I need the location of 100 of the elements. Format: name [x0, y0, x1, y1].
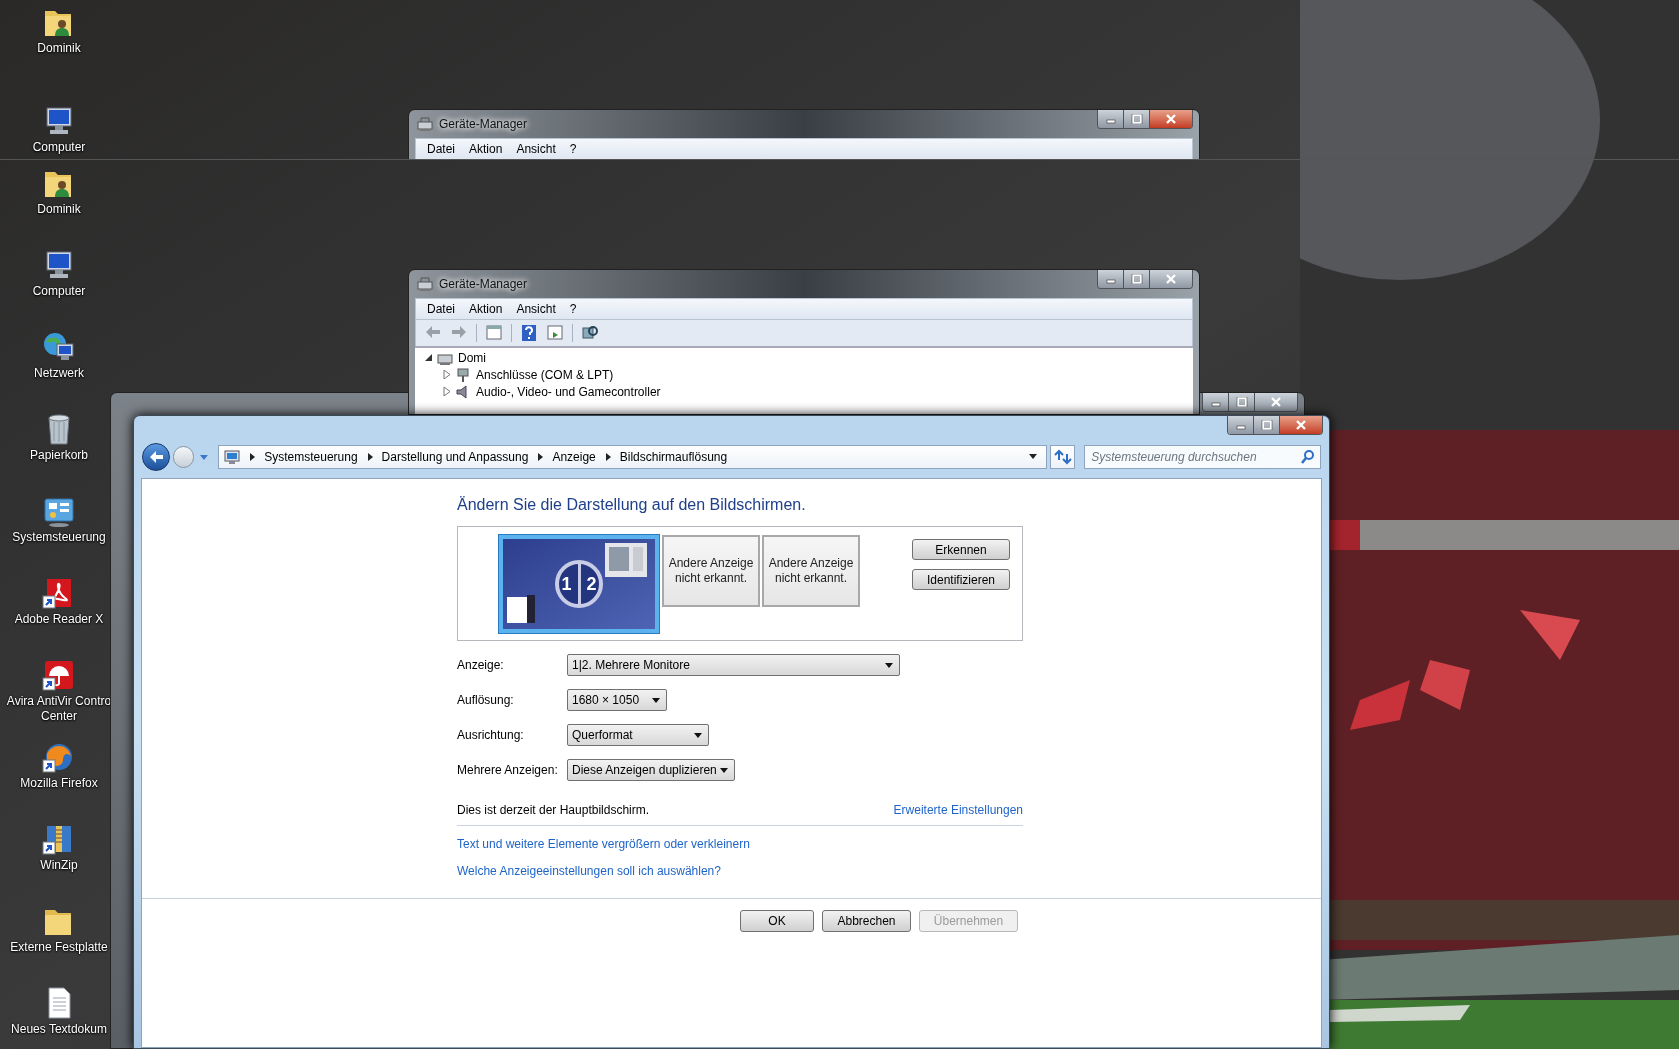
field-label: Auflösung: [457, 692, 515, 709]
dropdown-value: 1680 × 1050 [572, 692, 640, 709]
advanced-settings-link[interactable]: Erweiterte Einstellungen [893, 801, 1023, 819]
minimize-button[interactable] [1203, 393, 1229, 411]
close-button[interactable] [1150, 110, 1192, 128]
cancel-button[interactable]: Abbrechen [822, 910, 911, 932]
address-bar[interactable]: Systemsteuerung Darstellung und Anpassung Anzeige Bildschirmauflösung [218, 445, 1047, 469]
dropdown-arrow-icon [694, 732, 702, 738]
menu-item[interactable]: ? [562, 299, 584, 319]
icon-label[interactable]: Dominik [37, 202, 81, 217]
update-icon [546, 324, 564, 342]
icon-label[interactable]: Dominik [37, 41, 81, 56]
refresh-button[interactable] [1049, 445, 1076, 469]
maximize-icon [1235, 397, 1248, 407]
refresh-icon [1052, 448, 1073, 466]
minimize-button[interactable] [1228, 416, 1254, 434]
maximize-button[interactable] [1229, 393, 1255, 411]
monitor-number: 2 [586, 572, 597, 596]
dropdown-field[interactable]: Querformat [567, 724, 709, 746]
update-button[interactable] [544, 323, 566, 343]
breadcrumb-item[interactable]: Bildschirmauflösung [619, 448, 728, 466]
minimize-button[interactable] [1098, 110, 1124, 128]
dropdown-field[interactable]: 1|2. Mehrere Monitore [567, 654, 900, 676]
identify-button[interactable]: Identifizieren [912, 569, 1010, 590]
icon-label[interactable]: Adobe Reader X [14, 612, 104, 627]
status-text: Dies ist derzeit der Hauptbildschirm. [457, 802, 650, 819]
close-icon [1165, 114, 1177, 124]
breadcrumb-item[interactable]: Systemsteuerung [264, 448, 358, 466]
tree-item[interactable]: Domi [458, 348, 486, 367]
expanded-icon[interactable] [425, 353, 434, 362]
dropdown-arrow-icon [885, 662, 893, 668]
collapsed-icon[interactable] [443, 387, 452, 396]
icon-label[interactable]: Computer [32, 140, 86, 155]
chevron-icon [536, 452, 545, 462]
maximize-icon [1260, 420, 1273, 430]
menu-item[interactable]: Ansicht [509, 299, 563, 319]
monitor-tile[interactable]: Andere Anzeige nicht erkannt. [762, 535, 860, 607]
close-button[interactable] [1280, 416, 1322, 434]
ok-button[interactable]: OK [740, 910, 814, 932]
menu-item[interactable]: Datei [420, 299, 462, 319]
icon-label[interactable]: Papierkorb [30, 448, 88, 463]
collapsed-icon[interactable] [443, 370, 452, 379]
dropdown-icon[interactable] [1027, 453, 1038, 461]
help-icon [520, 324, 538, 342]
dropdown-field[interactable]: 1680 × 1050 [567, 689, 667, 711]
help-link[interactable]: Text und weitere Elemente vergrößern oder verkleinern [457, 835, 750, 853]
dropdown-value: 1|2. Mehrere Monitore [572, 657, 690, 674]
window-title: Geräte-Manager [439, 276, 528, 293]
properties-icon [485, 324, 503, 342]
icon-label[interactable]: WinZip [40, 858, 78, 873]
icon-label[interactable]: Externe Festplatte [10, 940, 108, 955]
search-field[interactable]: Systemsteuerung durchsuchen [1084, 445, 1321, 469]
field-label: Ausrichtung: [457, 727, 525, 744]
dropdown-arrow-icon [652, 697, 660, 703]
chevron-icon [248, 452, 257, 462]
help-link[interactable]: Welche Anzeigeeinstellungen soll ich auswählen? [457, 862, 721, 880]
control-panel-icon [224, 449, 241, 465]
maximize-button[interactable] [1124, 110, 1150, 128]
monitor-tile[interactable]: 1 2 [498, 534, 660, 634]
icon-label[interactable]: Avira AntiVir Contro Center [6, 694, 112, 724]
sidebar-thumbnail-icon [507, 595, 535, 625]
dropdown-arrow-icon [720, 767, 728, 773]
dropdown-field[interactable]: Diese Anzeigen duplizieren [567, 759, 735, 781]
monitor-tile[interactable]: Andere Anzeige nicht erkannt. [662, 535, 760, 607]
tree-item[interactable]: Anschlüsse (COM & LPT) [476, 365, 614, 384]
search-icon [1300, 449, 1314, 465]
icon-label[interactable]: Netzwerk [34, 366, 84, 381]
icon-label[interactable]: Computer [32, 284, 86, 299]
breadcrumb-item[interactable]: Darstellung und Anpassung [381, 448, 529, 466]
field-label: Mehrere Anzeigen: [457, 762, 559, 779]
scan-icon [581, 324, 599, 342]
maximize-button[interactable] [1254, 416, 1280, 434]
breadcrumb-item[interactable]: Anzeige [552, 448, 596, 466]
icon-label[interactable]: Systemsteuerung [12, 530, 106, 545]
menu-item[interactable]: Ansicht [509, 139, 563, 159]
close-icon [1165, 274, 1177, 284]
maximize-icon [1130, 114, 1143, 124]
chevron-icon [603, 452, 612, 462]
maximize-icon [1130, 274, 1143, 284]
monitor-number: 1 [561, 572, 572, 596]
window-title: Geräte-Manager [439, 116, 528, 133]
menu-item[interactable]: ? [562, 139, 584, 159]
close-button[interactable] [1255, 393, 1297, 411]
menu-item[interactable]: Aktion [462, 299, 510, 319]
port-icon [455, 366, 471, 383]
window-thumbnail-icon [605, 543, 647, 577]
dropdown-value: Querformat [572, 727, 633, 744]
chevron-icon [365, 452, 374, 462]
minimize-button[interactable] [1098, 270, 1124, 288]
tree-item[interactable]: Audio-, Video- und Gamecontroller [476, 382, 661, 401]
field-label: Anzeige: [457, 657, 505, 674]
page-heading: Ändern Sie die Darstellung auf den Bildschirmen. [457, 495, 807, 515]
icon-label[interactable]: Mozilla Firefox [20, 776, 98, 791]
menu-item[interactable]: Datei [420, 139, 462, 159]
back-button[interactable] [142, 443, 170, 471]
icon-label[interactable]: Neues Textdokum [11, 1022, 107, 1037]
menu-item[interactable]: Aktion [462, 139, 510, 159]
detect-button[interactable]: Erkennen [912, 539, 1010, 560]
maximize-button[interactable] [1124, 270, 1150, 288]
close-icon [1295, 420, 1307, 430]
